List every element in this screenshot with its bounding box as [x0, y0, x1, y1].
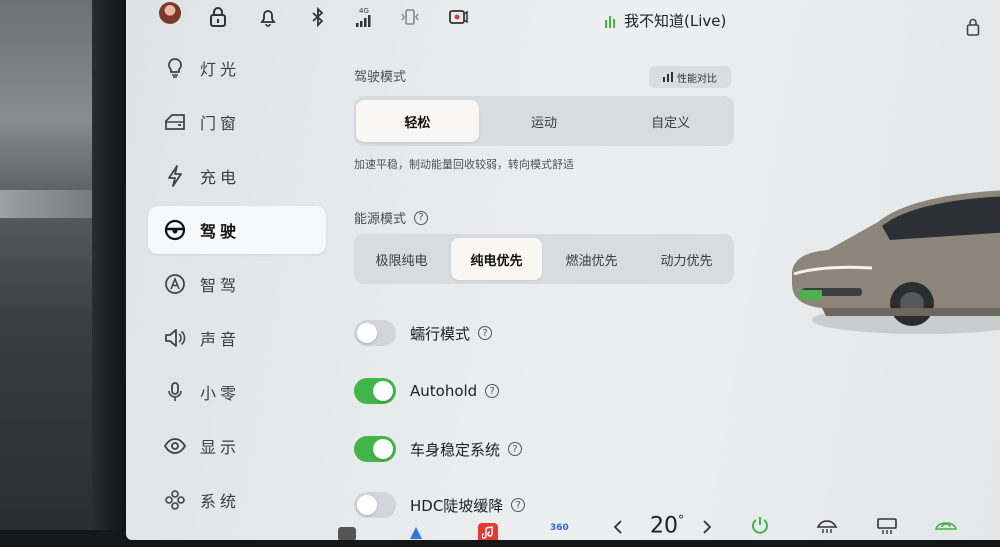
creep-mode-row: 蠕行模式 ? — [354, 320, 493, 346]
sidebar-item-label: 驾驶 — [200, 222, 241, 241]
toggle-label: 车身稳定系统 — [410, 440, 501, 459]
option-label: 动力优先 — [660, 253, 713, 269]
recording-camera-icon[interactable] — [446, 5, 470, 29]
temp-increase-button[interactable] — [702, 519, 712, 539]
sidebar-item-label: 显示 — [200, 438, 241, 457]
camera-360-label: 360 — [550, 523, 569, 533]
sidebar-item-driving[interactable]: 驾驶 — [148, 206, 326, 254]
energy-mode-title-text: 能源模式 — [354, 212, 407, 227]
status-bar: 4G 我不知道(Live) — [126, 0, 1000, 36]
camera-360-icon[interactable]: 360 — [550, 523, 569, 533]
creep-mode-toggle[interactable] — [354, 320, 396, 346]
toggle-label: Autohold — [410, 382, 478, 400]
music-title: 我不知道(Live) — [624, 12, 727, 30]
steering-wheel-icon — [162, 217, 188, 243]
bell-icon[interactable] — [256, 5, 280, 29]
option-label: 纯电优先 — [470, 253, 523, 269]
microphone-icon — [162, 379, 188, 405]
climate-power-icon[interactable] — [750, 515, 770, 540]
energy-mode-option-ev-max[interactable]: 极限纯电 — [356, 238, 447, 280]
autohold-toggle[interactable] — [354, 378, 396, 404]
help-icon[interactable]: ? — [478, 326, 493, 340]
option-label: 极限纯电 — [375, 253, 428, 269]
a-pillar — [92, 0, 126, 547]
sidebar-item-display[interactable]: 显示 — [148, 422, 326, 470]
door-icon — [162, 109, 188, 135]
option-label: 运动 — [531, 115, 558, 131]
performance-compare-button[interactable]: 性能对比 — [649, 66, 731, 88]
screen-lock-icon[interactable] — [966, 18, 980, 40]
charge-icon — [162, 163, 188, 189]
drive-mode-option-custom[interactable]: 自定义 — [609, 100, 732, 142]
music-app-icon[interactable] — [478, 523, 498, 540]
speaker-icon — [162, 325, 188, 351]
option-label: 轻松 — [404, 115, 431, 131]
bottom-dock: 360 20° — [126, 505, 1000, 540]
bulb-icon — [162, 55, 188, 81]
stability-control-toggle[interactable] — [354, 436, 396, 462]
temperature-unit: ° — [678, 513, 684, 527]
toggle-knob — [373, 439, 393, 459]
signal-icon: 4G — [352, 5, 376, 29]
help-icon[interactable]: ? — [485, 384, 500, 398]
app-icon-partial[interactable] — [338, 527, 356, 540]
autohold-row: Autohold ? — [354, 378, 500, 404]
toggle-knob — [373, 381, 393, 401]
drive-mode-option-sport[interactable]: 运动 — [483, 100, 606, 142]
maps-icon[interactable] — [408, 525, 424, 540]
vehicle-render — [782, 180, 1000, 340]
sidebar-item-label: 智驾 — [200, 276, 241, 295]
rear-defrost-icon[interactable] — [876, 517, 898, 539]
energy-mode-option-fuel-priority[interactable]: 燃油优先 — [546, 238, 637, 280]
now-playing[interactable]: 我不知道(Live) — [604, 10, 726, 31]
toggle-knob — [357, 323, 377, 343]
sidebar-item-label: 声音 — [200, 330, 241, 349]
compare-label: 性能对比 — [677, 73, 717, 85]
drive-mode-selector: 轻松 运动 自定义 — [354, 96, 734, 146]
energy-mode-title: 能源模式 ? — [354, 208, 429, 227]
eye-icon — [162, 433, 188, 459]
sidebar-item-doors[interactable]: 门窗 — [148, 98, 326, 146]
sidebar-item-sound[interactable]: 声音 — [148, 314, 326, 362]
sidebar-item-label: 充电 — [200, 168, 241, 187]
sidebar-item-label: 门窗 — [200, 114, 241, 133]
drive-mode-title: 驾驶模式 — [354, 66, 406, 85]
air-recirculation-icon[interactable] — [934, 517, 958, 537]
music-equalizer-icon — [605, 15, 615, 28]
settings-sidebar: 灯光 门窗 充电 驾驶 智驾 声音 小零 显示 系统 — [148, 44, 326, 530]
help-icon[interactable]: ? — [414, 210, 429, 225]
energy-mode-option-ev-priority[interactable]: 纯电优先 — [451, 238, 542, 280]
chevron-left-icon — [613, 520, 622, 534]
temperature-value: 20 — [650, 513, 678, 539]
drive-mode-title-text: 驾驶模式 — [354, 70, 407, 85]
option-label: 燃油优先 — [565, 253, 618, 269]
phone-projection-icon[interactable] — [398, 5, 422, 29]
temperature-display[interactable]: 20° — [650, 513, 684, 538]
temp-decrease-button[interactable] — [613, 519, 623, 539]
user-avatar[interactable] — [159, 2, 181, 24]
sidebar-item-assistant[interactable]: 小零 — [148, 368, 326, 416]
lock-icon[interactable] — [206, 5, 230, 29]
toggle-label: 蠕行模式 — [410, 324, 471, 343]
front-defrost-icon[interactable] — [816, 517, 838, 539]
sidebar-item-label: 灯光 — [200, 60, 241, 79]
smart-drive-icon — [162, 271, 188, 297]
option-label: 自定义 — [651, 115, 691, 131]
help-icon[interactable]: ? — [508, 442, 523, 456]
drive-mode-description: 加速平稳，制动能量回收较弱，转向模式舒适 — [354, 158, 574, 171]
bluetooth-icon[interactable] — [306, 5, 330, 29]
energy-mode-option-power-priority[interactable]: 动力优先 — [641, 238, 732, 280]
network-label: 4G — [359, 6, 369, 15]
sidebar-item-label: 小零 — [200, 384, 241, 403]
sidebar-item-charging[interactable]: 充电 — [148, 152, 326, 200]
dashboard-frame — [0, 0, 128, 547]
chevron-right-icon — [703, 520, 712, 534]
drive-mode-option-easy[interactable]: 轻松 — [356, 100, 479, 142]
energy-mode-selector: 极限纯电 纯电优先 燃油优先 动力优先 — [354, 234, 734, 284]
infotainment-screen: 4G 我不知道(Live) 灯光 门窗 充电 驾驶 智驾 声音 小零 显示 系统… — [126, 0, 1000, 540]
bar-chart-icon — [663, 72, 673, 82]
sidebar-item-lights[interactable]: 灯光 — [148, 44, 326, 92]
sidebar-item-smart-drive[interactable]: 智驾 — [148, 260, 326, 308]
stability-control-row: 车身稳定系统 ? — [354, 436, 523, 462]
